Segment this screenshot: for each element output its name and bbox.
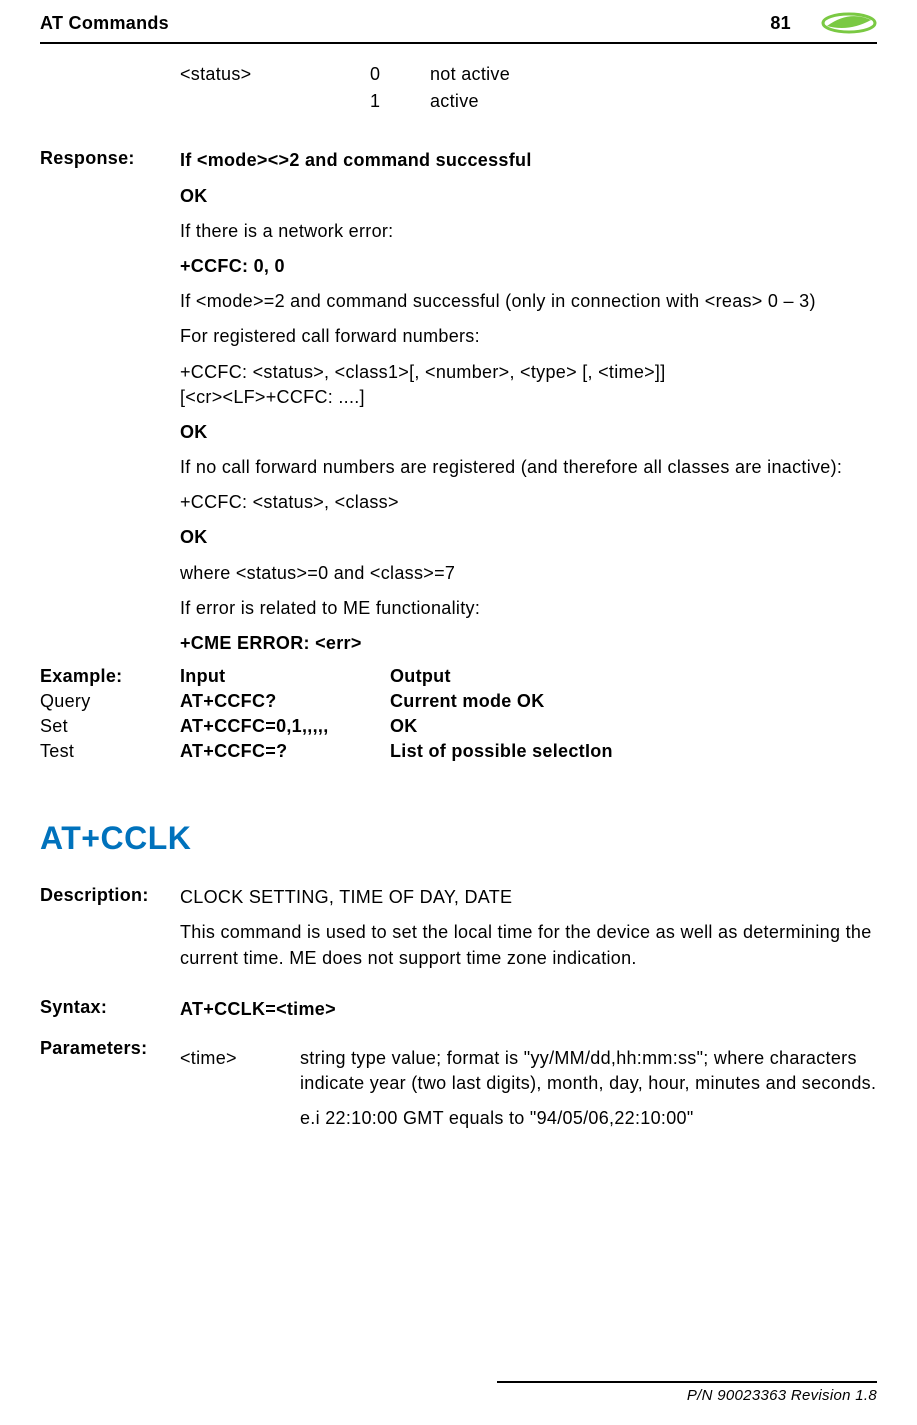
- param-row: <time> string type value; format is "yy/…: [180, 1046, 877, 1142]
- resp-line1: If <mode><>2 and command successful: [180, 148, 877, 173]
- desc-line2: This command is used to set the local ti…: [180, 920, 877, 970]
- params-body: <time> string type value; format is "yy/…: [180, 1038, 877, 1142]
- example-label: Example:: [40, 666, 180, 687]
- example-type-0: Query: [40, 691, 180, 712]
- header-right: 81: [770, 12, 877, 34]
- example-row-query: Query AT+CCFC? Current mode OK: [40, 691, 877, 712]
- example-header-row: Example: Input Output: [40, 666, 877, 687]
- resp-ccfc00: +CCFC: 0, 0: [180, 254, 877, 279]
- example-input-2: AT+CCFC=?: [180, 741, 390, 762]
- status-block: <status> 0 not active 1 active: [40, 62, 877, 116]
- example-row-test: Test AT+CCFC=? List of possible selectIo…: [40, 741, 877, 762]
- example-hdr-input: Input: [180, 666, 390, 687]
- example-output-2: List of possible selectIon: [390, 741, 877, 762]
- syntax-value: AT+CCLK=<time>: [180, 997, 877, 1022]
- desc-block: Description: CLOCK SETTING, TIME OF DAY,…: [40, 885, 877, 981]
- example-hdr-output: Output: [390, 666, 877, 687]
- param-desc2: e.i 22:10:00 GMT equals to "94/05/06,22:…: [300, 1106, 877, 1131]
- example-output-0: Current mode OK: [390, 691, 877, 712]
- status-code-0: 0: [370, 62, 430, 87]
- param-desc1: string type value; format is "yy/MM/dd,h…: [300, 1046, 877, 1096]
- syntax-label: Syntax:: [40, 997, 180, 1018]
- params-block: Parameters: <time> string type value; fo…: [40, 1038, 877, 1142]
- atcclk-title: AT+CCLK: [40, 820, 877, 857]
- resp-line5b: [<cr><LF>+CCFC: ....]: [180, 385, 877, 410]
- desc-line1: CLOCK SETTING, TIME OF DAY, DATE: [180, 885, 877, 910]
- resp-ok3: OK: [180, 525, 877, 550]
- example-input-1: AT+CCFC=0,1,,,,,: [180, 716, 390, 737]
- status-empty: [180, 89, 370, 114]
- example-input-0: AT+CCFC?: [180, 691, 390, 712]
- resp-line4: For registered call forward numbers:: [180, 324, 877, 349]
- response-block: Response: If <mode><>2 and command succe…: [40, 148, 877, 660]
- resp-line9: If error is related to ME functionality:: [180, 596, 877, 621]
- resp-line6: If no call forward numbers are registere…: [180, 455, 877, 480]
- footer-rule: [497, 1381, 877, 1383]
- page-root: AT Commands 81 <status> 0 not active 1 a…: [0, 0, 917, 1425]
- resp-line7: +CCFC: <status>, <class>: [180, 490, 877, 515]
- desc-body: CLOCK SETTING, TIME OF DAY, DATE This co…: [180, 885, 877, 981]
- header-left: AT Commands: [40, 13, 169, 34]
- example-output-1: OK: [390, 716, 877, 737]
- example-block: Example: Input Output Query AT+CCFC? Cur…: [40, 666, 877, 762]
- resp-line8: where <status>=0 and <class>=7: [180, 561, 877, 586]
- resp-ok1: OK: [180, 184, 877, 209]
- param-name: <time>: [180, 1046, 300, 1142]
- example-type-1: Set: [40, 716, 180, 737]
- status-code-1: 1: [370, 89, 430, 114]
- response-body: If <mode><>2 and command successful OK I…: [180, 148, 877, 660]
- swoosh-logo-icon: [821, 12, 877, 34]
- resp-ok2: OK: [180, 420, 877, 445]
- footer-text: P/N 90023363 Revision 1.8: [687, 1387, 877, 1404]
- desc-label: Description:: [40, 885, 180, 906]
- status-param: <status>: [180, 62, 370, 87]
- page-number: 81: [770, 13, 791, 34]
- example-type-2: Test: [40, 741, 180, 762]
- status-row-1: 1 active: [180, 89, 877, 114]
- page-footer: P/N 90023363 Revision 1.8: [497, 1381, 877, 1405]
- params-label: Parameters:: [40, 1038, 180, 1059]
- status-desc-1: active: [430, 89, 877, 114]
- resp-cmeerr: +CME ERROR: <err>: [180, 631, 877, 656]
- param-desc: string type value; format is "yy/MM/dd,h…: [300, 1046, 877, 1142]
- page-header: AT Commands 81: [40, 0, 877, 38]
- header-rule: [40, 42, 877, 44]
- resp-line3: If <mode>=2 and command successful (only…: [180, 289, 877, 314]
- resp-line5a: +CCFC: <status>, <class1>[, <number>, <t…: [180, 360, 877, 385]
- syntax-block: Syntax: AT+CCLK=<time>: [40, 997, 877, 1022]
- status-body: <status> 0 not active 1 active: [180, 62, 877, 116]
- response-label: Response:: [40, 148, 180, 169]
- resp-line2: If there is a network error:: [180, 219, 877, 244]
- example-row-set: Set AT+CCFC=0,1,,,,, OK: [40, 716, 877, 737]
- status-row-0: <status> 0 not active: [180, 62, 877, 87]
- status-desc-0: not active: [430, 62, 877, 87]
